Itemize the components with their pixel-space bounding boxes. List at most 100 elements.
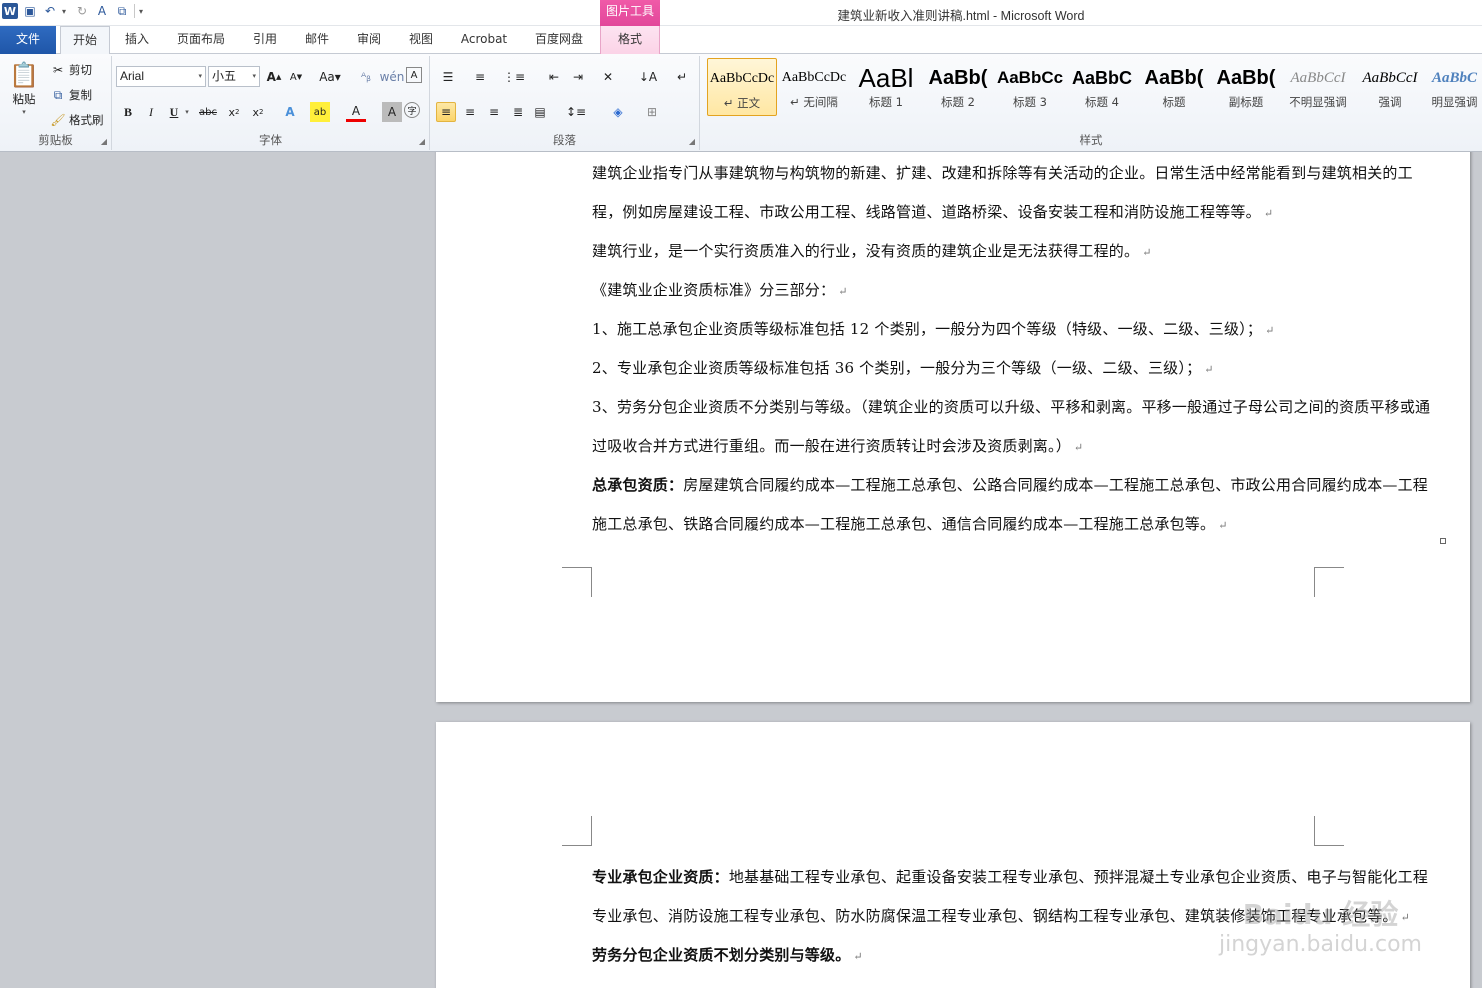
tab-file[interactable]: 文件	[0, 26, 56, 54]
tab-page-layout[interactable]: 页面布局	[168, 26, 234, 54]
crop-mark	[562, 567, 592, 597]
decrease-indent-icon[interactable]: ⇤	[544, 67, 564, 87]
shading-icon[interactable]: ◈	[608, 102, 628, 122]
clipboard-group: 📋 粘贴 ▾ ✂ 剪切 ⧉ 复制 🖌 格式刷 剪贴板 ◢	[0, 56, 112, 150]
style-emphasis[interactable]: AaBbCcI 强调	[1355, 58, 1425, 116]
dialog-launcher-icon[interactable]: ◢	[419, 137, 425, 146]
font-name-combo[interactable]: Arial ▾	[116, 66, 206, 87]
paragraph-heading: 专业承包企业资质：	[592, 868, 729, 886]
align-right-icon[interactable]: ≡	[484, 102, 504, 122]
paragraph-mark: ↵	[1204, 363, 1214, 376]
change-case-icon[interactable]: Aa▾	[316, 67, 344, 87]
copy-label: 复制	[69, 88, 92, 102]
title-bar: W ▣ ↶ ▾ ↻ A ⧉ ▾ 图片工具 建筑业新收入准则讲稿.html - M…	[0, 0, 1482, 26]
style-no-spacing[interactable]: AaBbCcDc ↵ 无间隔	[779, 58, 849, 116]
brush-icon: 🖌	[50, 113, 66, 127]
text-effects-icon[interactable]: A	[280, 102, 300, 122]
paragraph[interactable]: 《建筑业企业资质标准》分三部分： ↵	[592, 271, 1442, 311]
style-gallery: AaBbCcDc ↵ 正文 AaBbCcDc ↵ 无间隔 AaBl 标题 1 A…	[705, 56, 1482, 118]
bullets-icon[interactable]: ☰	[438, 67, 458, 87]
phonetic-guide-icon[interactable]: wén	[380, 67, 405, 87]
watermark-line2: jingyan.baidu.com	[1218, 932, 1422, 957]
document-area[interactable]: 建筑企业指专门从事建筑物与构筑物的新建、扩建、改建和拆除等有关活动的企业。日常生…	[0, 152, 1482, 988]
tab-review[interactable]: 审阅	[346, 26, 392, 54]
format-painter-button[interactable]: 🖌 格式刷	[50, 112, 103, 128]
font-size-value: 小五	[212, 69, 237, 83]
tab-format[interactable]: 格式	[600, 26, 660, 54]
character-border-icon[interactable]: A	[406, 67, 422, 83]
tab-baidu-netdisk[interactable]: 百度网盘	[526, 26, 592, 54]
style-intense-emphasis[interactable]: AaBbC 明显强调	[1427, 58, 1482, 116]
dialog-launcher-icon[interactable]: ◢	[101, 137, 107, 146]
style-title[interactable]: AaBb( 标题	[1139, 58, 1209, 116]
subscript-icon[interactable]: x2	[224, 102, 244, 122]
highlight-icon[interactable]: ab	[310, 102, 330, 122]
tab-home[interactable]: 开始	[60, 26, 110, 55]
tab-references[interactable]: 引用	[242, 26, 288, 54]
underline-icon[interactable]: U	[164, 102, 184, 122]
character-shading-icon[interactable]: A	[382, 102, 402, 122]
numbering-icon[interactable]: ≡	[470, 67, 490, 87]
distributed-icon[interactable]: ▤	[530, 102, 550, 122]
paste-label: 粘贴	[12, 92, 36, 106]
enclose-characters-icon[interactable]: 字	[404, 102, 420, 118]
font-color-icon[interactable]: A	[346, 102, 366, 122]
align-center-icon[interactable]: ≡	[460, 102, 480, 122]
align-left-icon[interactable]: ≡	[436, 102, 456, 122]
grow-font-icon[interactable]: A ▲	[264, 67, 284, 87]
borders-icon[interactable]: ⊞	[642, 102, 662, 122]
italic-icon[interactable]: I	[141, 102, 161, 122]
line-spacing-icon[interactable]: ↕≡	[566, 102, 586, 122]
style-heading-3[interactable]: AaBbCc 标题 3	[995, 58, 1065, 116]
paragraph-mark: ↵	[838, 285, 848, 298]
font-name-value: Arial	[120, 69, 145, 83]
cut-label: 剪切	[69, 63, 92, 77]
sort-icon[interactable]: ↓A	[638, 67, 658, 87]
tab-insert[interactable]: 插入	[114, 26, 160, 54]
strikethrough-icon[interactable]: abc	[198, 102, 218, 122]
clear-formatting-icon[interactable]: ᴬᵦ	[356, 67, 376, 87]
superscript-icon[interactable]: x2	[248, 102, 268, 122]
justify-icon[interactable]: ≣	[508, 102, 528, 122]
style-heading-4[interactable]: AaBbC 标题 4	[1067, 58, 1137, 116]
chevron-down-icon: ▾	[22, 108, 26, 116]
paragraph[interactable]: 3、劳务分包企业资质不分类别与等级。（建筑企业的资质可以升级、平移和剥离。平移一…	[592, 388, 1442, 467]
paste-button[interactable]: 📋 粘贴 ▾	[6, 60, 42, 116]
paragraph-heading: 劳务分包企业资质不划分类别与等级。	[592, 946, 851, 964]
document-page[interactable]: 建筑企业指专门从事建筑物与构筑物的新建、扩建、改建和拆除等有关活动的企业。日常生…	[436, 152, 1470, 702]
font-size-combo[interactable]: 小五 ▾	[208, 66, 260, 87]
chevron-down-icon[interactable]: ▾	[182, 102, 192, 122]
show-formatting-marks-icon[interactable]: ↵	[672, 67, 692, 87]
style-heading-2[interactable]: AaBb( 标题 2	[923, 58, 993, 116]
style-subtitle[interactable]: AaBb( 副标题	[1211, 58, 1281, 116]
image-anchor-handle[interactable]	[1440, 538, 1446, 544]
paragraph-text: 建筑企业指专门从事建筑物与构筑物的新建、扩建、改建和拆除等有关活动的企业。日常生…	[592, 164, 1413, 221]
style-sample: AaBbCcDc	[709, 71, 775, 86]
paragraph-group-label: 段落	[553, 133, 576, 147]
tab-view[interactable]: 视图	[398, 26, 444, 54]
paragraph[interactable]: 建筑企业指专门从事建筑物与构筑物的新建、扩建、改建和拆除等有关活动的企业。日常生…	[592, 154, 1442, 233]
style-normal[interactable]: AaBbCcDc ↵ 正文	[707, 58, 777, 116]
multilevel-list-icon[interactable]: ⋮≡	[503, 67, 525, 87]
paragraph[interactable]: 总承包资质：房屋建筑合同履约成本—工程施工总承包、公路合同履约成本—工程施工总承…	[592, 466, 1442, 545]
paragraph[interactable]: 建筑行业，是一个实行资质准入的行业，没有资质的建筑企业是无法获得工程的。 ↵	[592, 232, 1442, 272]
paragraph-heading: 总承包资质：	[592, 476, 684, 494]
copy-icon: ⧉	[53, 87, 63, 102]
font-group: Arial ▾ 小五 ▾ A ▲ A ▼ Aa▾ ᴬᵦ wén A B I U ▾ …	[112, 56, 430, 150]
bold-icon[interactable]: B	[118, 102, 138, 122]
chinese-layout-icon[interactable]: ✕	[598, 67, 618, 87]
cut-button[interactable]: ✂ 剪切	[50, 62, 92, 78]
copy-button[interactable]: ⧉ 复制	[50, 87, 92, 103]
font-group-label: 字体	[259, 133, 282, 147]
paragraph[interactable]: 1、施工总承包企业资质等级标准包括 12 个类别，一般分为四个等级（特级、一级、…	[592, 310, 1442, 350]
increase-indent-icon[interactable]: ⇥	[568, 67, 588, 87]
style-subtle-emphasis[interactable]: AaBbCcI 不明显强调	[1283, 58, 1353, 116]
dialog-launcher-icon[interactable]: ◢	[689, 137, 695, 146]
ribbon-tabs: 文件 开始 插入 页面布局 引用 邮件 审阅 视图 Acrobat 百度网盘 格…	[0, 26, 1482, 55]
tab-acrobat[interactable]: Acrobat	[452, 26, 516, 54]
style-heading-1[interactable]: AaBl 标题 1	[851, 58, 921, 116]
paragraph[interactable]: 2、专业承包企业资质等级标准包括 36 个类别，一般分为三个等级（一级、二级、三…	[592, 349, 1442, 389]
paragraph-text: 1、施工总承包企业资质等级标准包括 12 个类别，一般分为四个等级（特级、一级、…	[592, 320, 1263, 338]
tab-mailings[interactable]: 邮件	[294, 26, 340, 54]
shrink-font-icon[interactable]: A ▼	[286, 67, 306, 87]
